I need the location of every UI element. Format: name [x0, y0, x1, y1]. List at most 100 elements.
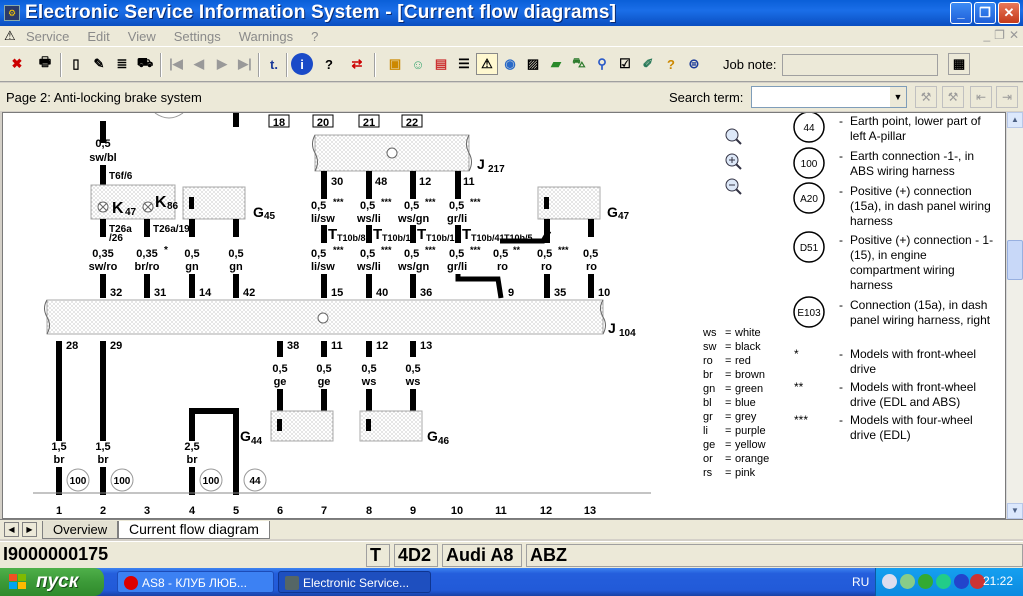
- mdi-restore-icon[interactable]: ❐: [994, 28, 1005, 42]
- j217-size-12: 0,5: [404, 200, 419, 212]
- svg-text:0,5: 0,5: [583, 248, 598, 260]
- zoom-icons[interactable]: [725, 128, 742, 195]
- menu-edit[interactable]: Edit: [87, 29, 109, 44]
- g47-letter: G: [607, 204, 618, 220]
- last-page-icon[interactable]: ▶|: [234, 53, 256, 75]
- diagram-canvas[interactable]: 18 20 21 22 0,5 sw/bl T6f/6 J 217 K 47 K…: [2, 112, 1006, 519]
- g46-wires: 12 0,5 ws 13 0,5 ws G 46: [359, 340, 450, 447]
- tools-icon[interactable]: ✐: [637, 53, 659, 75]
- edit-document-icon[interactable]: ✎: [88, 53, 110, 75]
- print-icon[interactable]: 🖶: [34, 53, 56, 75]
- svg-text:0,5: 0,5: [272, 363, 287, 375]
- app-icon: ⚙: [4, 5, 20, 21]
- tab-current-flow-diagram[interactable]: Current flow diagram: [118, 521, 270, 539]
- mdi-close-icon[interactable]: ✕: [1009, 28, 1019, 42]
- svg-text:9: 9: [508, 287, 514, 299]
- svg-text:ws: ws: [361, 376, 377, 388]
- job-note-label: Job note:: [723, 57, 777, 72]
- new-document-icon[interactable]: ▯: [65, 53, 87, 75]
- green-book-icon[interactable]: ▰: [545, 53, 567, 75]
- question-note-icon[interactable]: ?: [660, 53, 682, 75]
- svg-text:br: br: [98, 454, 110, 466]
- save-icon[interactable]: ▨: [522, 53, 544, 75]
- legend-text-star2: Models with front-wheel drive (EDL and A…: [850, 380, 977, 409]
- system-tray: 21:22: [875, 568, 1023, 596]
- svg-text:13: 13: [584, 505, 596, 517]
- t10b-41: T10b/41: [471, 233, 505, 243]
- job-note-field[interactable]: [782, 54, 938, 76]
- next-page-icon[interactable]: ▶: [211, 53, 233, 75]
- prev-page-icon[interactable]: ◀: [188, 53, 210, 75]
- tab-overview[interactable]: Overview: [42, 521, 119, 539]
- svg-text:1,5: 1,5: [95, 441, 110, 453]
- t26a-sub-label: /26: [109, 233, 123, 244]
- menu-view[interactable]: View: [128, 29, 156, 44]
- find-next-icon[interactable]: ⚒: [942, 86, 964, 108]
- align-right-icon[interactable]: ⇥: [996, 86, 1018, 108]
- first-page-icon[interactable]: |◀: [165, 53, 187, 75]
- scroll-thumb[interactable]: [1007, 240, 1023, 280]
- svg-text:ws/gn: ws/gn: [397, 261, 429, 273]
- legend-text-100: Earth connection -1-, in ABS wiring harn…: [850, 149, 975, 178]
- swap-icon[interactable]: ⇄: [346, 53, 368, 75]
- upper-wires: 32 31 14 42 15 40 36 9 35 10: [100, 274, 610, 299]
- help-icon[interactable]: ?: [318, 53, 340, 75]
- j217-size-30: 0,5: [311, 200, 326, 212]
- person-icon[interactable]: ☺: [407, 53, 429, 75]
- menu-settings[interactable]: Settings: [174, 29, 221, 44]
- network-icon[interactable]: ⊜: [683, 53, 705, 75]
- diagnosis-icon[interactable]: ▣: [384, 53, 406, 75]
- zoom-in-icon: [725, 153, 742, 170]
- vehicle-icon[interactable]: ⛟: [134, 53, 156, 75]
- notes-icon[interactable]: ≣: [111, 53, 133, 75]
- exit-icon[interactable]: ✖: [6, 53, 28, 75]
- info-icon[interactable]: i: [291, 53, 313, 75]
- list-icon[interactable]: ☰: [453, 53, 475, 75]
- j217-color-12: ws/gn: [397, 213, 429, 225]
- svg-text:35: 35: [554, 287, 566, 299]
- start-button[interactable]: пуск: [0, 568, 104, 596]
- svg-text:3: 3: [144, 505, 150, 517]
- svg-text:14: 14: [199, 287, 212, 299]
- svg-text:0,5: 0,5: [184, 248, 199, 260]
- tab-next-icon[interactable]: ▶: [22, 522, 37, 537]
- search-vehicle-icon[interactable]: ⚲: [591, 53, 613, 75]
- menu-help[interactable]: ?: [311, 29, 318, 44]
- page-bar: Page 2: Anti-locking brake system Search…: [0, 83, 1023, 111]
- tab-prev-icon[interactable]: ◀: [4, 522, 19, 537]
- checklist-icon[interactable]: ☑: [614, 53, 636, 75]
- j217-color-48: ws/li: [356, 213, 381, 225]
- restore-button[interactable]: ❐: [974, 2, 996, 24]
- status-field-2: 4D2: [394, 544, 438, 567]
- job-note-button-icon[interactable]: ▦: [948, 53, 970, 75]
- menu-service[interactable]: Service: [26, 29, 69, 44]
- svg-text:T: T: [417, 226, 426, 243]
- globe-icon[interactable]: ◉: [499, 53, 521, 75]
- close-button[interactable]: ✕: [998, 2, 1020, 24]
- task-opera[interactable]: AS8 - КЛУБ ЛЮБ...: [117, 571, 274, 593]
- language-indicator[interactable]: RU: [852, 575, 869, 589]
- legend-text-d51: Positive (+) connection - 1- (15), in en…: [850, 233, 994, 292]
- scroll-up-icon[interactable]: ▲: [1007, 112, 1023, 128]
- svg-text:ro: ro: [497, 261, 508, 273]
- car-icon[interactable]: ⛍: [568, 53, 590, 75]
- task-esi[interactable]: Electronic Service...: [278, 571, 431, 593]
- vertical-scrollbar[interactable]: ▲ ▼: [1006, 112, 1023, 519]
- menu-warnings[interactable]: Warnings: [239, 29, 293, 44]
- book-icon[interactable]: ▤: [430, 53, 452, 75]
- svg-text:gn: gn: [185, 261, 199, 273]
- svg-text:11: 11: [331, 340, 343, 352]
- goto-icon[interactable]: t.: [263, 53, 285, 75]
- chevron-down-icon[interactable]: ▼: [890, 87, 906, 107]
- align-left-icon[interactable]: ⇤: [970, 86, 992, 108]
- svg-text:0,5: 0,5: [228, 248, 243, 260]
- search-input[interactable]: ▼: [751, 86, 907, 108]
- mdi-minimize-icon[interactable]: _: [983, 28, 990, 42]
- warning-toolbar-icon[interactable]: ⚠: [476, 53, 498, 75]
- find-prev-icon[interactable]: ⚒: [915, 86, 937, 108]
- minimize-button[interactable]: _: [950, 2, 972, 24]
- svg-text:42: 42: [243, 287, 255, 299]
- menu-bar: ⚠ Service Edit View Settings Warnings ? …: [0, 26, 1023, 46]
- scroll-down-icon[interactable]: ▼: [1007, 503, 1023, 519]
- svg-text:***: ***: [425, 245, 436, 255]
